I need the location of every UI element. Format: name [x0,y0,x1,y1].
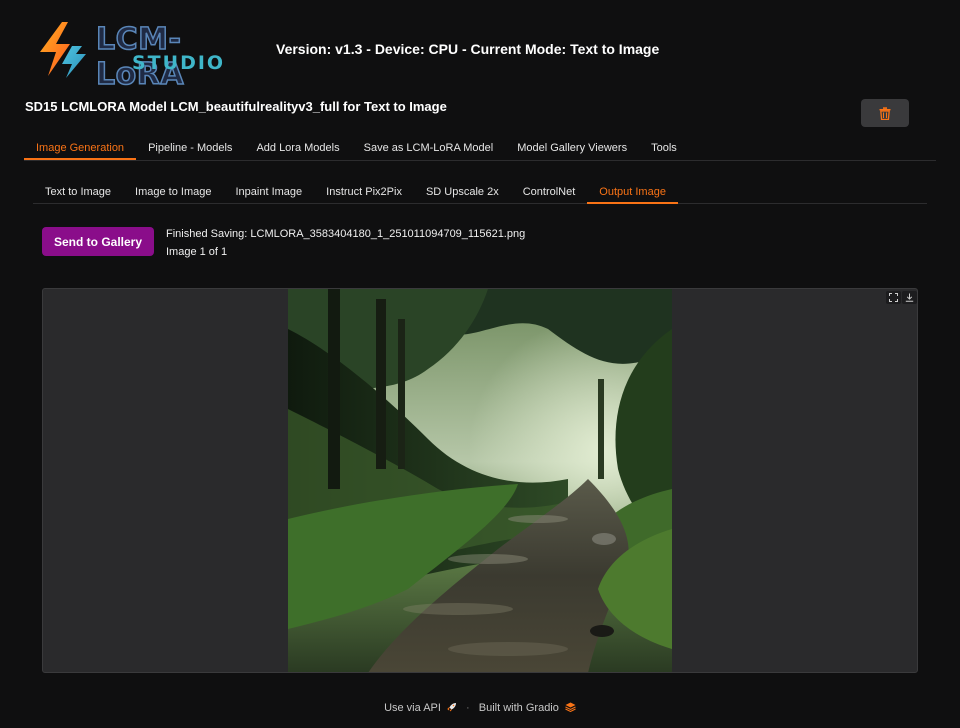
tab-instruct-pix2pix[interactable]: Instruct Pix2Pix [314,182,414,204]
download-icon [905,293,914,302]
download-button[interactable] [902,291,917,304]
use-via-api-link[interactable]: Use via API [384,702,460,714]
tab-image-to-image[interactable]: Image to Image [123,182,223,204]
use-via-api-label: Use via API [384,702,441,714]
output-image-panel [42,288,918,673]
tab-controlnet[interactable]: ControlNet [511,182,588,204]
app-root: LCM-LoRA STUDIO Version: v1.3 - Device: … [0,0,960,728]
trash-icon [879,106,891,120]
lightning-logo-icon [40,22,86,78]
fullscreen-icon [889,293,898,302]
saving-status: Finished Saving: LCMLORA_3583404180_1_25… [166,228,526,240]
generated-image[interactable] [288,289,672,673]
tab-pipeline-models[interactable]: Pipeline - Models [136,138,244,160]
logo: LCM-LoRA STUDIO [34,20,259,93]
rocket-icon [447,703,456,712]
tab-inpaint-image[interactable]: Inpaint Image [223,182,314,204]
clear-button[interactable] [861,99,909,127]
tab-model-gallery-viewers[interactable]: Model Gallery Viewers [505,138,639,160]
main-tab-bar: Image Generation Pipeline - Models Add L… [24,138,936,161]
tab-text-to-image[interactable]: Text to Image [33,182,123,204]
sub-tab-bar: Text to Image Image to Image Inpaint Ima… [33,182,927,204]
built-with-gradio-link[interactable]: Built with Gradio [479,702,576,714]
footer-separator: · [466,702,470,714]
tab-sd-upscale-2x[interactable]: SD Upscale 2x [414,182,511,204]
tab-output-image[interactable]: Output Image [587,182,678,204]
model-title: SD15 LCMLORA Model LCM_beautifulrealityv… [25,99,447,114]
version-info: Version: v1.3 - Device: CPU - Current Mo… [276,41,660,57]
tab-save-lcm-lora-model[interactable]: Save as LCM-LoRA Model [352,138,506,160]
tab-add-lora-models[interactable]: Add Lora Models [244,138,351,160]
footer: Use via API · Built with Gradio [0,702,960,714]
gradio-logo-icon [565,702,576,713]
tab-tools[interactable]: Tools [639,138,689,160]
built-with-gradio-label: Built with Gradio [478,702,559,714]
image-count: Image 1 of 1 [166,246,228,258]
send-to-gallery-button[interactable]: Send to Gallery [42,227,154,256]
logo-text-secondary: STUDIO [132,52,226,74]
fullscreen-button[interactable] [886,291,901,304]
tab-image-generation[interactable]: Image Generation [24,138,137,160]
